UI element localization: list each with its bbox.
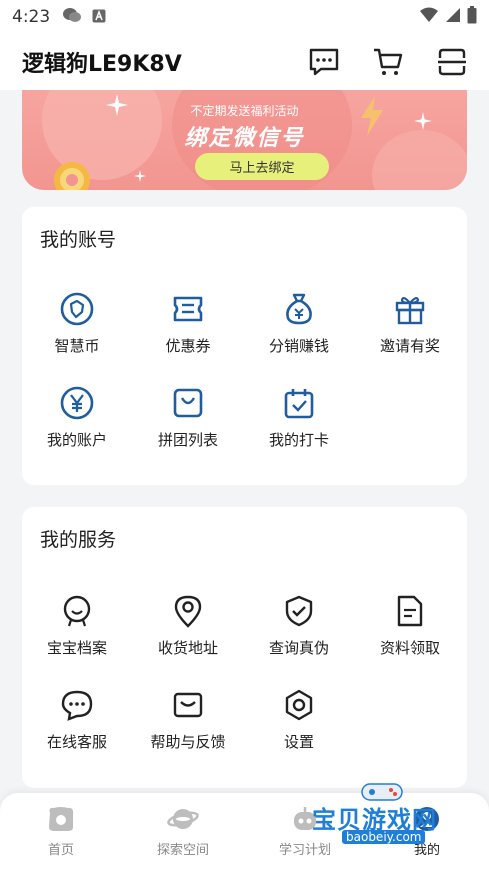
grid-item-online-support[interactable]: 在线客服	[22, 687, 132, 752]
grid-item-my-account[interactable]: 我的账户	[22, 385, 132, 450]
grid-item-label: 查询真伪	[268, 639, 329, 657]
tab-label: 首页	[47, 843, 74, 858]
bind-wechat-banner[interactable]: 不定期发送福利活动 绑定微信号 马上去绑定	[22, 90, 467, 190]
grid-item-label: 帮助与反馈	[150, 733, 226, 751]
envelope-icon	[170, 687, 206, 723]
grid-item-invite[interactable]: 邀请有奖	[355, 291, 465, 356]
wechat-notification-icon	[62, 7, 82, 27]
cart-icon	[374, 48, 403, 75]
bind-now-button[interactable]: 马上去绑定	[195, 153, 329, 180]
chat-bubble-icon	[59, 687, 95, 723]
home-icon	[49, 807, 74, 831]
signal-icon	[445, 7, 461, 27]
grid-item-label: 优惠券	[165, 337, 211, 355]
grid-item-label: 拼团列表	[157, 431, 218, 449]
my-services-card: 我的服务 宝宝档案 收货地址 查询真伪 资料领取 在线客服 帮助与反馈 设置	[22, 507, 467, 788]
wifi-icon	[419, 7, 439, 27]
grid-item-coupon[interactable]: 优惠券	[133, 291, 243, 356]
grid-item-label: 邀请有奖	[379, 337, 440, 355]
grid-item-settings[interactable]: 设置	[244, 687, 354, 752]
section-title: 我的账号	[40, 229, 117, 251]
settings-hexagon-icon	[281, 687, 317, 723]
tab-label: 探索空间	[156, 843, 209, 858]
grid-item-label: 智慧币	[54, 337, 100, 355]
grid-item-label: 在线客服	[46, 733, 107, 751]
sparkle-icon	[134, 170, 146, 182]
tab-home[interactable]: 首页	[1, 805, 121, 858]
page-header: 逻辑狗LE9K8V	[0, 34, 489, 90]
grid-item-label: 设置	[283, 733, 314, 751]
coin-decoration-icon	[54, 162, 90, 190]
money-bag-icon	[281, 291, 317, 327]
my-account-card: 我的账号 智慧币 优惠券 分销赚钱 邀请有奖 我的账户 拼团列表 我的打卡	[22, 207, 467, 485]
grid-item-smart-coin[interactable]: 智慧币	[22, 291, 132, 356]
grid-item-baby-profile[interactable]: 宝宝档案	[22, 593, 132, 658]
grid-item-label: 宝宝档案	[46, 639, 107, 657]
grid-item-help-feedback[interactable]: 帮助与反馈	[133, 687, 243, 752]
banner-subtitle: 不定期发送福利活动	[190, 104, 299, 118]
status-bar: 4:23	[0, 0, 489, 34]
cart-button[interactable]	[371, 45, 405, 79]
calendar-check-icon	[281, 385, 317, 421]
grid-item-group-buy[interactable]: 拼团列表	[133, 385, 243, 450]
message-icon	[309, 48, 339, 76]
banner-title: 绑定微信号	[184, 126, 305, 151]
scan-icon	[438, 48, 466, 76]
location-pin-icon	[170, 593, 206, 629]
watermark-url: baobeiy.com	[342, 830, 426, 844]
grid-item-label: 收货地址	[157, 639, 218, 657]
message-button[interactable]	[307, 45, 341, 79]
scan-button[interactable]	[435, 45, 469, 79]
shopping-bag-icon	[170, 385, 206, 421]
planet-icon	[167, 809, 199, 829]
baby-profile-icon	[59, 593, 95, 629]
grid-item-label: 我的账户	[46, 431, 107, 449]
grid-item-shipping-address[interactable]: 收货地址	[133, 593, 243, 658]
grid-item-distribution[interactable]: 分销赚钱	[244, 291, 354, 356]
app-notification-icon	[92, 8, 106, 27]
watermark: 宝贝游戏网 baobeiy.com	[312, 778, 482, 848]
page-title: 逻辑狗LE9K8V	[22, 52, 182, 77]
coin-icon	[59, 291, 95, 327]
tab-explore[interactable]: 探索空间	[123, 805, 243, 858]
shield-check-icon	[281, 593, 317, 629]
grid-item-label: 资料领取	[379, 639, 440, 657]
grid-item-materials[interactable]: 资料领取	[355, 593, 465, 658]
grid-item-verify-authenticity[interactable]: 查询真伪	[244, 593, 354, 658]
grid-item-label: 分销赚钱	[268, 337, 329, 355]
grid-item-check-in[interactable]: 我的打卡	[244, 385, 354, 450]
yen-icon	[59, 385, 95, 421]
coupon-icon	[170, 291, 206, 327]
battery-icon	[467, 6, 477, 28]
gift-icon	[392, 291, 428, 327]
document-icon	[392, 593, 428, 629]
grid-item-label: 我的打卡	[268, 431, 329, 449]
section-title: 我的服务	[40, 529, 117, 551]
status-time: 4:23	[12, 7, 51, 27]
